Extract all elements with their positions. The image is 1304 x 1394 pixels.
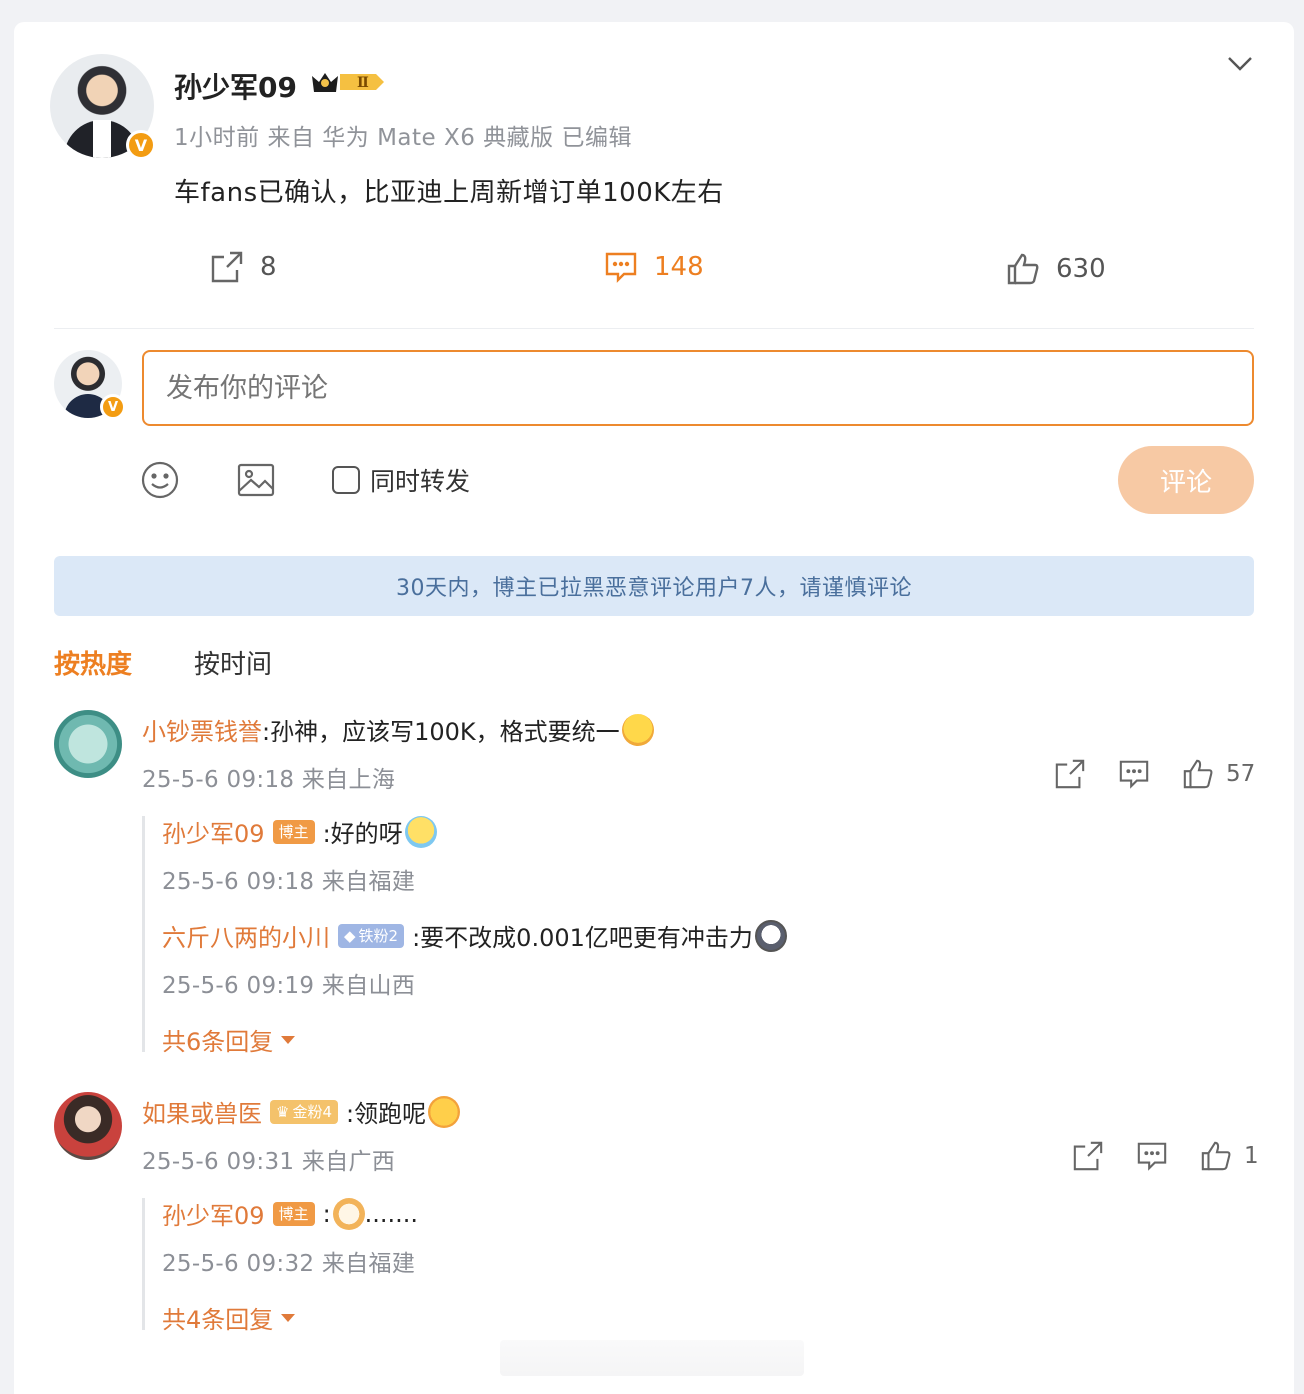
chevron-down-icon[interactable] bbox=[1226, 52, 1254, 74]
comment-icon bbox=[605, 252, 637, 283]
reply-username[interactable]: 孙少军09 bbox=[162, 1196, 265, 1231]
reply-thread-bar bbox=[142, 816, 145, 1052]
diamond-icon: ◆ bbox=[344, 926, 356, 945]
comment-button[interactable]: 148 bbox=[604, 250, 704, 284]
notice-banner: 30天内，博主已拉黑恶意评论用户7人，请谨慎评论 bbox=[54, 556, 1254, 616]
comment-input[interactable] bbox=[142, 350, 1254, 426]
reply-username[interactable]: 六斤八两的小川 bbox=[162, 918, 330, 953]
comment-actions: 57 bbox=[1054, 758, 1255, 790]
reply-line: 孙少军09 博主 :好的呀 bbox=[162, 814, 437, 849]
share-icon[interactable] bbox=[1072, 1140, 1104, 1172]
verified-badge-icon: V bbox=[126, 130, 156, 160]
share-icon[interactable] bbox=[1054, 758, 1086, 790]
iron-fan-tag: ◆ 铁粉2 bbox=[338, 923, 405, 948]
comment-icon[interactable] bbox=[1118, 758, 1150, 790]
host-tag: 博主 bbox=[272, 1201, 315, 1226]
comment-time: 25-5-6 09:31 来自广西 bbox=[142, 1149, 396, 1175]
sort-by-hot-tab[interactable]: 按热度 bbox=[54, 644, 132, 681]
host-tag: 博主 bbox=[272, 819, 315, 844]
comment-username[interactable]: 如果或兽医 bbox=[142, 1094, 262, 1129]
like-count: 630 bbox=[1056, 254, 1106, 284]
comment-line: 如果或兽医 ♛ 金粉4 :领跑呢 bbox=[142, 1094, 461, 1129]
level-text: Ⅱ bbox=[357, 75, 369, 91]
crown-icon: ♛ bbox=[276, 1102, 290, 1121]
caret-down-icon bbox=[281, 1313, 296, 1322]
shiba-emoji-icon bbox=[332, 1197, 365, 1230]
thumbs-up-icon[interactable] bbox=[1182, 758, 1214, 790]
more-replies-link[interactable]: 共6条回复 bbox=[162, 1022, 296, 1057]
repost-checkbox-label: 同时转发 bbox=[370, 467, 471, 496]
reply-line: 六斤八两的小川 ◆ 铁粉2 :要不改成0.001亿吧更有冲击力 bbox=[162, 918, 787, 953]
gold-fan-tag: ♛ 金粉4 bbox=[270, 1099, 338, 1124]
gold-fan-label: 金粉4 bbox=[292, 1103, 332, 1121]
comment-actions: 1 bbox=[1072, 1140, 1259, 1172]
comment-like-count: 1 bbox=[1244, 1143, 1259, 1169]
crying-laugh-emoji-icon bbox=[404, 815, 437, 848]
repost-count: 8 bbox=[260, 252, 277, 282]
comment-text: :领跑呢 bbox=[346, 1100, 427, 1128]
image-icon[interactable] bbox=[236, 460, 276, 500]
comment-like-count: 57 bbox=[1226, 761, 1256, 787]
comment-line: 小钞票钱誉 :孙神，应该写100K，格式要统一 bbox=[142, 712, 654, 747]
submit-comment-button[interactable]: 评论 bbox=[1118, 446, 1254, 514]
repost-checkbox[interactable]: 同时转发 bbox=[332, 462, 470, 498]
caret-down-icon bbox=[281, 1035, 296, 1044]
iron-fan-label: 铁粉2 bbox=[358, 927, 399, 945]
reply-text: : bbox=[322, 1199, 331, 1228]
post-meta: 1小时前 来自 华为 Mate X6 典藏版 已编辑 bbox=[174, 125, 632, 151]
reply-text: :要不改成0.001亿吧更有冲击力 bbox=[412, 924, 753, 952]
author-name[interactable]: 孙少军09 bbox=[174, 66, 297, 106]
comment-count: 148 bbox=[654, 252, 704, 282]
comment-text: :孙神，应该写100K，格式要统一 bbox=[262, 718, 620, 746]
repost-button[interactable]: 8 bbox=[210, 250, 277, 284]
thumbs-up-icon[interactable] bbox=[1200, 1140, 1232, 1172]
more-replies-link[interactable]: 共4条回复 bbox=[162, 1300, 296, 1335]
thumbs-up-icon bbox=[1007, 253, 1039, 285]
comment-avatar[interactable] bbox=[54, 710, 122, 778]
like-button[interactable]: 630 bbox=[1006, 252, 1106, 286]
crown-level-icon: Ⅱ bbox=[310, 68, 386, 96]
blushing-emoji-icon bbox=[428, 1095, 461, 1128]
divider bbox=[54, 328, 1254, 329]
comment-avatar[interactable] bbox=[54, 1092, 122, 1160]
sort-by-time-tab[interactable]: 按时间 bbox=[194, 644, 272, 681]
reply-thread-bar bbox=[142, 1198, 145, 1330]
reply-time: 25-5-6 09:18 来自福建 bbox=[162, 869, 416, 895]
reply-line: 孙少军09 博主 : ....... bbox=[162, 1196, 418, 1231]
post-card: V 孙少军09 Ⅱ 1小时前 来自 华为 Mate X6 典藏版 已编辑 车fa… bbox=[14, 22, 1294, 1394]
reply-text: :好的呀 bbox=[322, 820, 403, 848]
more-replies-label: 共6条回复 bbox=[162, 1028, 274, 1056]
post-text: 车fans已确认，比亚迪上周新增订单100K左右 bbox=[174, 178, 724, 208]
checkbox[interactable] bbox=[332, 466, 360, 494]
reply-text-after: ....... bbox=[364, 1199, 419, 1228]
more-replies-label: 共4条回复 bbox=[162, 1306, 274, 1334]
comment-time: 25-5-6 09:18 来自上海 bbox=[142, 767, 396, 793]
comment-username[interactable]: 小钞票钱誉 bbox=[142, 712, 262, 747]
reply-username[interactable]: 孙少军09 bbox=[162, 814, 265, 849]
reply-time: 25-5-6 09:19 来自山西 bbox=[162, 973, 416, 999]
bottom-fade-bar bbox=[500, 1340, 804, 1376]
comment-icon[interactable] bbox=[1136, 1140, 1168, 1172]
laughing-emoji-icon bbox=[621, 713, 654, 746]
husky-emoji-icon bbox=[754, 919, 787, 952]
verified-badge-icon: V bbox=[100, 394, 126, 420]
smiley-icon[interactable] bbox=[140, 460, 180, 500]
share-icon bbox=[211, 251, 243, 283]
reply-time: 25-5-6 09:32 来自福建 bbox=[162, 1251, 416, 1277]
